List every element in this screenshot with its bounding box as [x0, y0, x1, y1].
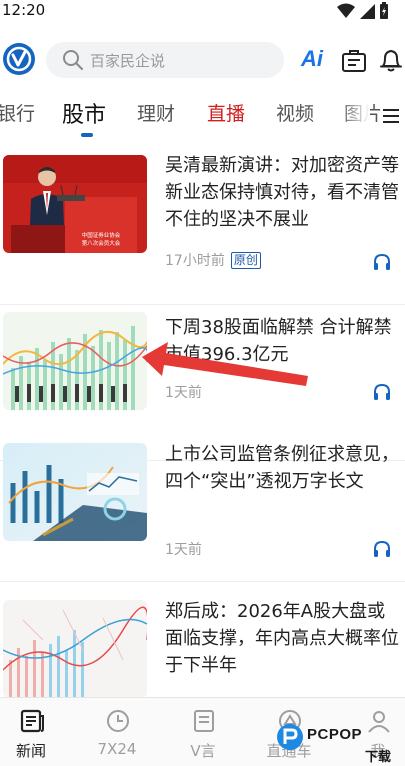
headphones-icon[interactable] — [372, 539, 392, 559]
tab-video[interactable]: 视频 — [276, 99, 314, 126]
article-time: 1天前 — [165, 542, 202, 558]
article-meta: 1天前 — [165, 539, 202, 559]
active-tab-indicator — [81, 133, 93, 137]
speech-image: 中国证券业协会 第八次会员大会 — [3, 155, 147, 253]
clock-icon — [107, 710, 129, 732]
bell-icon[interactable] — [377, 46, 405, 74]
pcpop-watermark: PCPOP 下载 — [275, 720, 405, 765]
article-thumbnail — [3, 312, 147, 410]
nav-news[interactable]: 新闻 — [0, 698, 71, 766]
menu-icon[interactable] — [380, 105, 402, 127]
status-icons — [337, 2, 389, 20]
article-title: 吴清最新演讲：对加密资产等新业态保持慎对待，看不清管不住的坚决不展业 — [165, 155, 399, 230]
article-title: 上市公司监管条例征求意见，四个“突出”透视万字长文 — [165, 444, 399, 492]
article-title: 郑后成：2026年A股大盘或面临支撑，年内高点大概率位于下半年 — [165, 601, 399, 676]
search-input[interactable]: 百家民企说 — [46, 42, 284, 78]
data-analytics-image — [3, 443, 147, 541]
pcpop-logo-icon — [277, 724, 303, 750]
watermark-text: PCPOP — [307, 726, 363, 743]
search-icon — [63, 50, 83, 70]
tab-fade — [340, 95, 370, 135]
search-placeholder: 百家民企说 — [90, 51, 166, 70]
top-bar: 百家民企说 Ai — [0, 40, 405, 82]
red-arrow-annotation — [142, 342, 308, 386]
document-icon — [194, 710, 214, 732]
watermark-sub: 下载 — [365, 750, 392, 765]
nav-vyan-label: V言 — [190, 742, 216, 760]
article-thumbnail — [3, 600, 147, 698]
article-thumbnail — [3, 443, 147, 541]
news-icon — [20, 709, 44, 733]
nav-vyan[interactable]: V言 — [163, 698, 243, 766]
list-item[interactable]: 中国证券业协会 第八次会员大会 吴清最新演讲：对加密资产等新业态保持慎对待，看不… — [0, 148, 405, 305]
tab-stock[interactable]: 股市 — [62, 97, 106, 129]
status-time: 12:20 — [2, 1, 46, 19]
headphones-icon[interactable] — [372, 252, 392, 272]
nav-7x24-label: 7X24 — [97, 740, 137, 758]
headphones-icon[interactable] — [372, 382, 392, 402]
battery-icon — [380, 2, 388, 19]
nav-news-label: 新闻 — [15, 742, 46, 760]
tab-finance[interactable]: 理财 — [137, 99, 175, 126]
nav-7x24[interactable]: 7X24 — [77, 698, 157, 766]
article-thumbnail: 中国证券业协会 第八次会员大会 — [3, 155, 147, 253]
thumb-caption-line1: 中国证券业协会 — [82, 231, 121, 239]
list-item[interactable]: 上市公司监管条例征求意见，四个“突出”透视万字长文 1天前 — [0, 425, 405, 582]
article-meta: 17小时前 原创 — [165, 250, 261, 270]
ai-button[interactable]: Ai — [301, 46, 329, 74]
channel-tabs: 银行 股市 理财 直播 视频 图片 — [0, 95, 405, 139]
status-bar: 12:20 — [0, 0, 405, 24]
signal-icon — [360, 4, 375, 19]
original-badge: 原创 — [230, 251, 261, 269]
wifi-icon — [337, 3, 355, 18]
task-icon[interactable] — [341, 48, 367, 74]
app-logo[interactable] — [3, 43, 35, 75]
tab-bank[interactable]: 银行 — [0, 99, 35, 126]
logo-icon — [6, 46, 32, 72]
thumb-caption-line2: 第八次会员大会 — [82, 239, 121, 247]
market-chart-image — [3, 312, 147, 410]
article-time: 17小时前 — [165, 253, 225, 269]
market-trend-image — [3, 600, 147, 698]
tab-live[interactable]: 直播 — [207, 99, 245, 126]
